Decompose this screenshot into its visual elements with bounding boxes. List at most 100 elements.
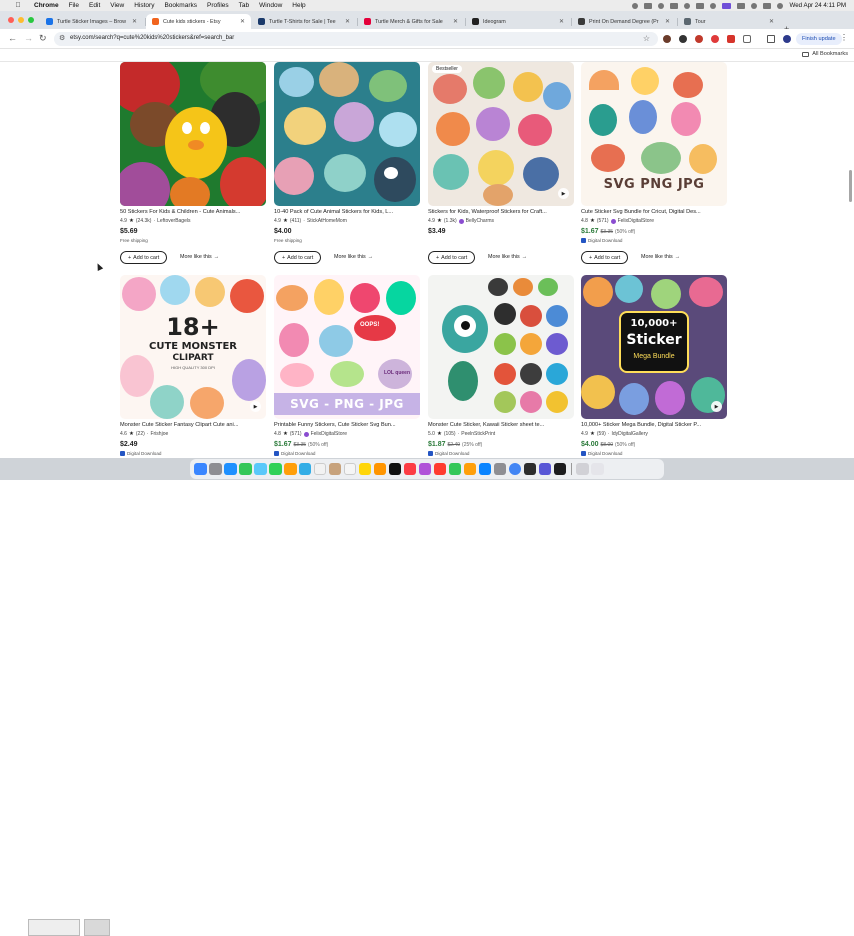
page-scrollbar[interactable]: [849, 170, 852, 202]
tab-close-icon[interactable]: ✕: [769, 18, 774, 25]
menu-file[interactable]: File: [69, 2, 79, 9]
tab-close-icon[interactable]: ✕: [240, 18, 245, 25]
menu-bookmarks[interactable]: Bookmarks: [164, 2, 197, 9]
launchpad-icon[interactable]: [208, 462, 222, 476]
mail-icon[interactable]: [253, 462, 267, 476]
zoom-window-button[interactable]: [28, 17, 34, 23]
listing-title[interactable]: Printable Funny Stickers, Cute Sticker S…: [274, 422, 420, 428]
battery-icon[interactable]: [737, 2, 746, 9]
tab-close-icon[interactable]: ✕: [453, 18, 458, 25]
add-to-cart-button[interactable]: + Add to cart: [120, 251, 168, 264]
browser-tab[interactable]: Tour ✕: [678, 14, 780, 29]
download-icon[interactable]: [767, 35, 775, 43]
listing-title[interactable]: Monster Cute Sticker Fantasy Clipart Cut…: [120, 422, 266, 428]
status-app-icon[interactable]: [670, 2, 679, 9]
listing-title[interactable]: Cute Sticker Svg Bundle for Cricut, Digi…: [581, 209, 727, 215]
extensions-puzzle-icon[interactable]: [743, 35, 751, 43]
music-icon[interactable]: [403, 462, 417, 476]
contacts-icon[interactable]: [328, 462, 342, 476]
more-like-this-link[interactable]: More like this →: [488, 254, 527, 260]
podcasts-icon[interactable]: [418, 462, 432, 476]
app-store-icon[interactable]: [478, 462, 492, 476]
address-bar[interactable]: ⚙ etsy.com/search?q=cute%20kids%20sticke…: [54, 32, 658, 46]
status-app-icon[interactable]: [644, 2, 653, 9]
chrome-icon[interactable]: [508, 462, 522, 476]
app-icon[interactable]: [553, 462, 567, 476]
calendar-icon[interactable]: [313, 462, 327, 476]
add-to-cart-button[interactable]: + Add to cart: [274, 251, 322, 264]
minimize-window-button[interactable]: [18, 17, 24, 23]
menu-profiles[interactable]: Profiles: [207, 2, 229, 9]
facetime-icon[interactable]: [298, 462, 312, 476]
downloads-stack-icon[interactable]: [576, 462, 589, 476]
menu-help[interactable]: Help: [292, 2, 305, 9]
add-to-cart-button[interactable]: + Add to cart: [581, 251, 629, 264]
tab-close-icon[interactable]: ✕: [559, 18, 564, 25]
listing-image[interactable]: 10,000+ Sticker Mega Bundle ▶: [581, 275, 727, 419]
shop-name[interactable]: LeftoverBagels: [157, 218, 190, 224]
close-window-button[interactable]: [8, 17, 14, 23]
freeform-icon[interactable]: [373, 462, 387, 476]
browser-tab[interactable]: Turtle Sticker Images – Brow ✕: [40, 14, 143, 29]
listing-image[interactable]: [274, 62, 420, 206]
tab-close-icon[interactable]: ✕: [665, 18, 670, 25]
shop-name[interactable]: PeelnStickPrint: [461, 431, 495, 437]
menu-window[interactable]: Window: [259, 2, 282, 9]
screen-record-icon[interactable]: [722, 2, 732, 9]
listing-image[interactable]: OOPS! LOL queen SVG - PNG - JPG: [274, 275, 420, 419]
shop-name[interactable]: FelixDigitalStore: [311, 431, 347, 437]
listing-title[interactable]: 10,000+ Sticker Mega Bundle, Digital Sti…: [581, 422, 727, 428]
trash-icon[interactable]: [590, 462, 604, 476]
numbers-icon[interactable]: [448, 462, 462, 476]
maps-icon[interactable]: [268, 462, 282, 476]
safari-icon[interactable]: [223, 462, 237, 476]
search-icon[interactable]: [751, 2, 758, 9]
photos-icon[interactable]: [283, 462, 297, 476]
site-info-icon[interactable]: ⚙: [59, 34, 65, 42]
browser-tab[interactable]: Turtle T-Shirts for Sale | Tee ✕: [252, 14, 356, 29]
more-like-this-link[interactable]: More like this →: [180, 254, 219, 260]
menubar-clock[interactable]: Wed Apr 24 4:11 PM: [789, 2, 846, 9]
bookmark-star-icon[interactable]: ☆: [643, 34, 650, 43]
reload-icon[interactable]: ↻: [39, 33, 47, 44]
notes-icon[interactable]: [358, 462, 372, 476]
avatar[interactable]: [783, 35, 791, 43]
listing-title[interactable]: 50 Stickers For Kids & Children - Cute A…: [120, 209, 266, 215]
wifi-icon[interactable]: [696, 2, 705, 9]
browser-tab-active[interactable]: Cute kids stickers - Etsy ✕: [146, 14, 251, 29]
more-like-this-link[interactable]: More like this →: [334, 254, 373, 260]
status-app-icon[interactable]: [632, 2, 639, 9]
listing-image[interactable]: [120, 62, 266, 206]
more-menu-icon[interactable]: ⋮: [840, 33, 848, 42]
menu-view[interactable]: View: [110, 2, 124, 9]
browser-tab[interactable]: Print On Demand Degree (Pr ✕: [572, 14, 676, 29]
extension-icon[interactable]: [711, 35, 719, 43]
video-play-icon[interactable]: ▶: [711, 401, 722, 412]
listing-title[interactable]: Stickers for Kids, Waterproof Stickers f…: [428, 209, 574, 215]
app-icon[interactable]: [538, 462, 552, 476]
finder-icon[interactable]: [194, 462, 207, 476]
finish-update-button[interactable]: Finish update: [796, 33, 842, 45]
back-arrow-icon[interactable]: ←: [8, 33, 17, 43]
siri-icon[interactable]: [777, 2, 784, 9]
status-app-icon[interactable]: [658, 2, 665, 9]
messages-icon[interactable]: [238, 462, 252, 476]
window-thumbnail[interactable]: [28, 919, 80, 936]
terminal-icon[interactable]: [523, 462, 537, 476]
menu-edit[interactable]: Edit: [89, 2, 100, 9]
extension-icon[interactable]: [679, 35, 687, 43]
add-to-cart-button[interactable]: + Add to cart: [428, 251, 476, 264]
reminders-icon[interactable]: [343, 462, 357, 476]
tab-close-icon[interactable]: ✕: [345, 18, 350, 25]
video-play-icon[interactable]: ▶: [250, 401, 261, 412]
listing-title[interactable]: Monster Cute Sticker, Kawaii Sticker she…: [428, 422, 574, 428]
listing-image[interactable]: SVG PNG JPG: [581, 62, 727, 206]
url-text[interactable]: etsy.com/search?q=cute%20kids%20stickers…: [70, 35, 234, 41]
menu-history[interactable]: History: [134, 2, 154, 9]
more-like-this-link[interactable]: More like this →: [641, 254, 680, 260]
apple-icon[interactable]: : [14, 2, 22, 9]
menu-tab[interactable]: Tab: [239, 2, 249, 9]
shop-name[interactable]: IdyDigitalGallery: [611, 431, 647, 437]
tv-icon[interactable]: [388, 462, 402, 476]
tab-close-icon[interactable]: ✕: [132, 18, 137, 25]
